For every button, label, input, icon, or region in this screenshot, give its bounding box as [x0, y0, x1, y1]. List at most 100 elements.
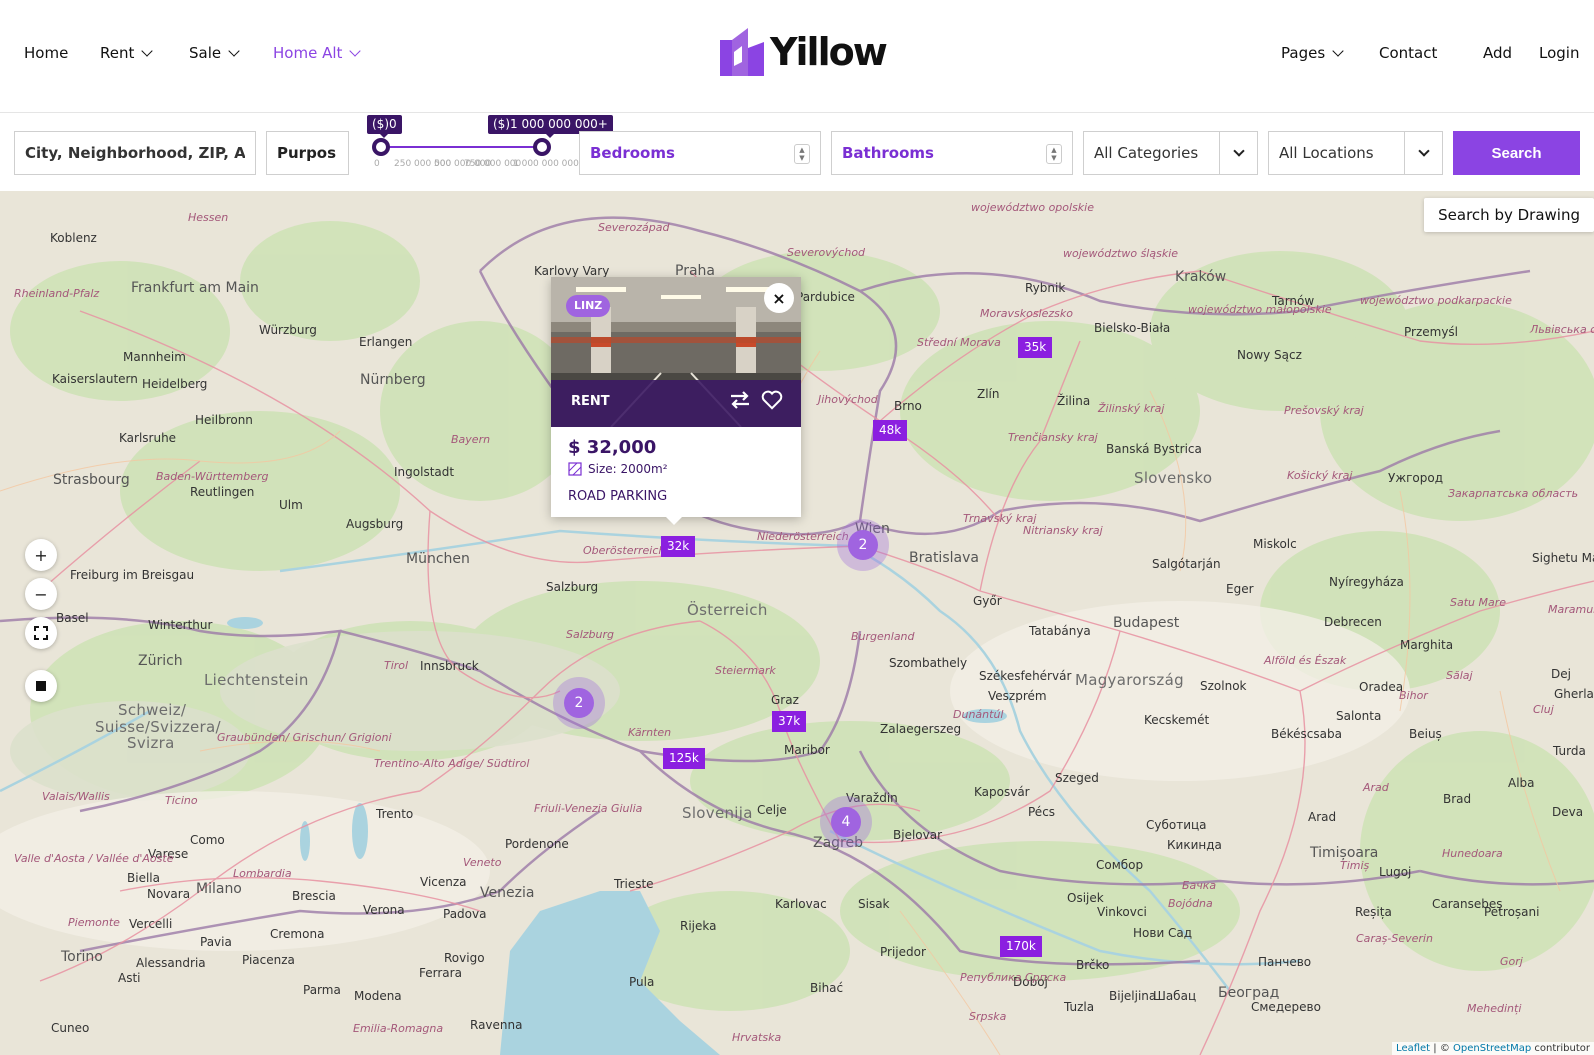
category-select[interactable]: All Categories	[1083, 131, 1258, 175]
region-label: Ticino	[165, 794, 198, 807]
fullscreen-button[interactable]	[25, 617, 57, 649]
place-label: Alba	[1508, 776, 1535, 790]
zoom-in-button[interactable]: +	[25, 539, 57, 571]
property-title[interactable]: ROAD PARKING	[568, 489, 667, 504]
place-label: Cremona	[270, 927, 325, 941]
place-label: Strasbourg	[53, 472, 130, 488]
nav-pages[interactable]: Pages	[1281, 44, 1344, 62]
search-button[interactable]: Search	[1453, 131, 1580, 175]
slider-max-handle[interactable]	[533, 138, 551, 156]
place-label: Karlovac	[775, 897, 827, 911]
osm-link[interactable]: OpenStreetMap	[1453, 1043, 1531, 1054]
price-marker[interactable]: 37k	[772, 711, 807, 732]
place-label: Alessandria	[136, 956, 206, 970]
region-label: Kärnten	[628, 726, 672, 739]
place-label: Győr	[973, 594, 1002, 608]
place-label: Brad	[1443, 792, 1472, 806]
price-slider[interactable]: ($)0 ($)1 000 000 000+ 0 250 000 000 500…	[365, 113, 613, 191]
price-marker[interactable]: 125k	[663, 748, 705, 769]
region-label: Львівська область	[1530, 323, 1594, 336]
place-label: Vercelli	[129, 917, 173, 931]
region-label: Baden-Württemberg	[156, 470, 269, 483]
place-label: Frankfurt am Main	[131, 280, 259, 296]
region-label: Maramureș	[1548, 603, 1594, 616]
place-label: Freiburg im Breisgau	[70, 568, 195, 582]
region-label: Trenčiansky kraj	[1008, 431, 1098, 444]
compare-icon[interactable]	[729, 390, 751, 410]
leaflet-link[interactable]: Leaflet	[1396, 1043, 1430, 1054]
place-label: Nyíregyháza	[1329, 575, 1404, 589]
site-logo[interactable]: Yillow	[720, 28, 888, 76]
zoom-out-button[interactable]: −	[25, 578, 57, 610]
place-label: Innsbruck	[420, 659, 479, 673]
tick-label: 1 000 000 000	[513, 159, 579, 169]
marker-cluster[interactable]: 4	[820, 796, 872, 848]
place-label: Ulm	[279, 498, 303, 512]
country-label: Liechtenstein	[204, 671, 309, 689]
bathrooms-stepper[interactable]: ▲ ▼	[1046, 144, 1062, 164]
place-label: Arad	[1308, 810, 1337, 824]
map[interactable]: Praha Kraków Wien Bratislava Budapest Mü…	[0, 191, 1594, 1055]
chevron-down-icon	[141, 45, 154, 57]
nav-rent[interactable]: Rent	[100, 44, 154, 62]
slider-track[interactable]	[377, 146, 541, 148]
place-label: Кикинда	[1167, 838, 1222, 852]
draw-shape-button[interactable]	[25, 670, 57, 702]
purpose-select[interactable]: Purpos	[266, 131, 349, 175]
place-label: Basel	[56, 611, 89, 625]
price-min-tooltip: ($)0	[367, 115, 402, 138]
region-label: Tirol	[384, 659, 409, 672]
place-label: Шабац	[1153, 989, 1197, 1003]
place-label: Oradea	[1359, 680, 1404, 694]
region-label: Bayern	[451, 433, 491, 446]
place-label: Панчево	[1258, 955, 1312, 969]
place-label: Bratislava	[909, 550, 979, 566]
place-label: Heidelberg	[142, 377, 208, 391]
place-label: Ужгород	[1388, 471, 1444, 485]
location-field[interactable]	[14, 131, 256, 175]
bedrooms-stepper[interactable]: ▲ ▼	[794, 144, 810, 164]
chevron-down-icon[interactable]	[1404, 132, 1442, 174]
search-by-drawing-button[interactable]: Search by Drawing	[1424, 198, 1594, 232]
property-image[interactable]: LINZ RENT ×	[551, 277, 801, 427]
nav-home[interactable]: Home	[24, 44, 68, 62]
marker-cluster[interactable]: 2	[837, 519, 889, 571]
place-label: Rybnik	[1025, 281, 1066, 295]
slider-min-handle[interactable]	[372, 138, 390, 156]
place-label: Суботица	[1146, 818, 1207, 832]
region-label: Valle d'Aosta / Vallée d'Aoste	[14, 852, 174, 865]
nav-add[interactable]: Add	[1483, 44, 1512, 62]
bedrooms-input[interactable]: Bedrooms ▲ ▼	[579, 131, 821, 175]
attribution-separator: | ©	[1430, 1043, 1454, 1054]
place-label: Verona	[363, 903, 405, 917]
place-label: Bijeljina	[1109, 989, 1157, 1003]
nav-home-alt[interactable]: Home Alt	[273, 44, 362, 62]
marker-cluster[interactable]: 2	[553, 677, 605, 729]
nav-sale[interactable]: Sale	[189, 44, 240, 62]
price-marker[interactable]: 35k	[1018, 337, 1053, 358]
region-label: Gorj	[1500, 955, 1523, 968]
price-marker[interactable]: 32k	[661, 536, 696, 557]
purpose-label: Purpos	[277, 144, 337, 162]
country-label: Slovenija	[682, 804, 753, 822]
heart-icon[interactable]	[761, 390, 783, 410]
close-icon[interactable]: ×	[764, 283, 794, 313]
bathrooms-input[interactable]: Bathrooms ▲ ▼	[831, 131, 1073, 175]
property-popup[interactable]: LINZ RENT × $ 32,000 Size: 2000m² ROAD P…	[551, 277, 801, 525]
chevron-down-icon[interactable]	[1219, 132, 1257, 174]
place-label: Biella	[127, 871, 160, 885]
nav-login[interactable]: Login	[1539, 44, 1579, 62]
region-label: Република Српска	[960, 971, 1067, 984]
location-input[interactable]	[25, 144, 245, 162]
place-label: Eger	[1226, 582, 1254, 596]
price-marker[interactable]: 170k	[1000, 936, 1042, 957]
nav-contact[interactable]: Contact	[1379, 44, 1437, 62]
map-attribution: Leaflet | © OpenStreetMap contributor	[1392, 1042, 1594, 1055]
category-label: All Categories	[1094, 144, 1199, 162]
price-marker[interactable]: 48k	[873, 420, 908, 441]
location-select[interactable]: All Locations	[1268, 131, 1443, 175]
place-label: Ferrara	[419, 966, 462, 980]
place-label: Reșița	[1355, 905, 1392, 919]
place-label: Salzburg	[546, 580, 599, 594]
country-label: Österreich	[687, 601, 768, 619]
